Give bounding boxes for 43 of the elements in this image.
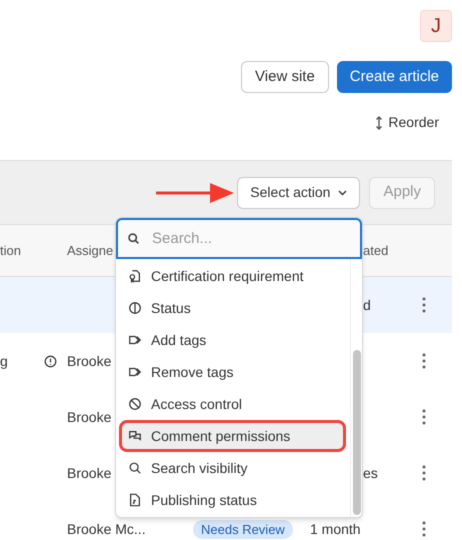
table-cell-text: g [0,352,8,371]
table-cell: Brooke [67,408,112,424]
reorder-button[interactable]: Reorder [375,112,439,133]
kebab-menu-icon[interactable] [422,521,426,537]
scrollbar-thumb[interactable] [352,350,360,515]
table-cell: Brooke [67,352,112,368]
view-button[interactable]: View site [241,61,329,93]
kebab-menu-icon[interactable] [422,297,426,313]
menu-item[interactable]: Certification requirement [119,260,346,292]
menu-item[interactable]: Search visibility [119,452,346,484]
column-header: ated [363,242,388,260]
menu-item[interactable]: Access control [119,388,346,420]
user-avatar[interactable]: J [420,10,452,42]
column-header: Assigne [67,242,114,260]
status-badge: Needs Review [193,520,293,538]
ban-icon [128,397,142,411]
kebab-menu-icon[interactable] [422,353,426,369]
search-field[interactable]: Search... [116,218,362,259]
create-button[interactable]: Create article [336,61,452,93]
search-icon [128,461,142,475]
menu-item[interactable]: Publishing status [119,484,346,516]
comments-icon [128,429,142,443]
kebab-menu-icon[interactable] [422,465,426,481]
search-icon [127,232,140,245]
table-cell: Brooke Mc... [67,520,146,536]
table-cell: Brooke [67,464,112,480]
tag-icon [128,333,142,347]
column-header: tion [0,242,21,260]
table-cell: d [363,296,371,312]
table-cell: 1 month [310,520,361,536]
action-select[interactable]: Select action [237,176,360,208]
vertical-arrows-icon [375,116,384,130]
kebab-menu-icon[interactable] [422,409,426,425]
menu-item[interactable]: Comment permissions [119,420,346,452]
status-icon [128,301,142,315]
menu-item[interactable]: Status [119,292,346,324]
menu-item[interactable]: Remove tags [119,356,346,388]
certificate-icon [128,269,142,283]
table-cell: es [363,464,378,480]
tag-icon [128,365,142,379]
file-icon [128,493,142,507]
menu-item[interactable]: Add tags [119,324,346,356]
chevron-down-icon [338,190,348,196]
